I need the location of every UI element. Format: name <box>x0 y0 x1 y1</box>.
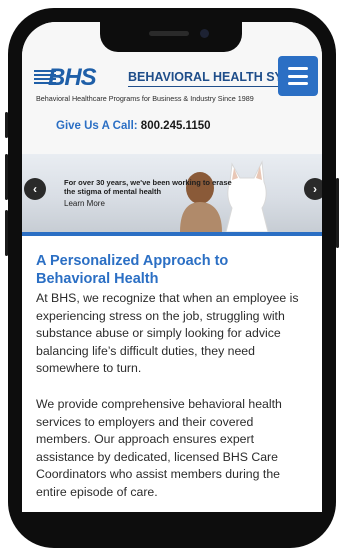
logo-mark: BHS <box>34 64 124 91</box>
slider-prev-button[interactable]: ‹ <box>24 178 46 200</box>
chevron-left-icon: ‹ <box>33 182 37 196</box>
call-label: Give Us A Call: <box>56 120 138 132</box>
call-line: Give Us A Call: 800.245.1150 <box>56 120 211 132</box>
volume-down-button <box>5 210 8 256</box>
menu-button[interactable] <box>278 56 318 96</box>
main-content: A Personalized Approach to Behavioral He… <box>22 236 322 512</box>
hero-slider: For over 30 years, we've been working to… <box>22 154 322 232</box>
hero-text: For over 30 years, we've been working to… <box>64 178 232 196</box>
services-paragraph: We provide comprehensive behavioral heal… <box>36 397 282 499</box>
logo-text: BHS <box>48 64 97 91</box>
screen: BHS BEHAVIORAL HEALTH SYS Behavioral Hea… <box>22 22 322 512</box>
phone-number-link[interactable]: 800.245.1150 <box>141 120 211 132</box>
front-camera <box>200 29 209 38</box>
mute-switch <box>5 112 8 138</box>
learn-more-link[interactable]: Learn More <box>64 199 105 208</box>
tagline: Behavioral Healthcare Programs for Busin… <box>36 94 254 103</box>
power-button <box>336 178 339 248</box>
volume-up-button <box>5 154 8 200</box>
section-heading: A Personalized Approach to Behavioral He… <box>36 253 229 287</box>
phone-notch <box>100 22 242 52</box>
chevron-right-icon: › <box>313 182 317 196</box>
slider-next-button[interactable]: › <box>304 178 322 200</box>
bhs-logo[interactable]: BHS <box>34 64 124 91</box>
speaker-grille <box>149 31 189 36</box>
brand-name: BEHAVIORAL HEALTH SYS <box>128 70 292 84</box>
intro-paragraph: At BHS, we recognize that when an employ… <box>36 291 299 375</box>
